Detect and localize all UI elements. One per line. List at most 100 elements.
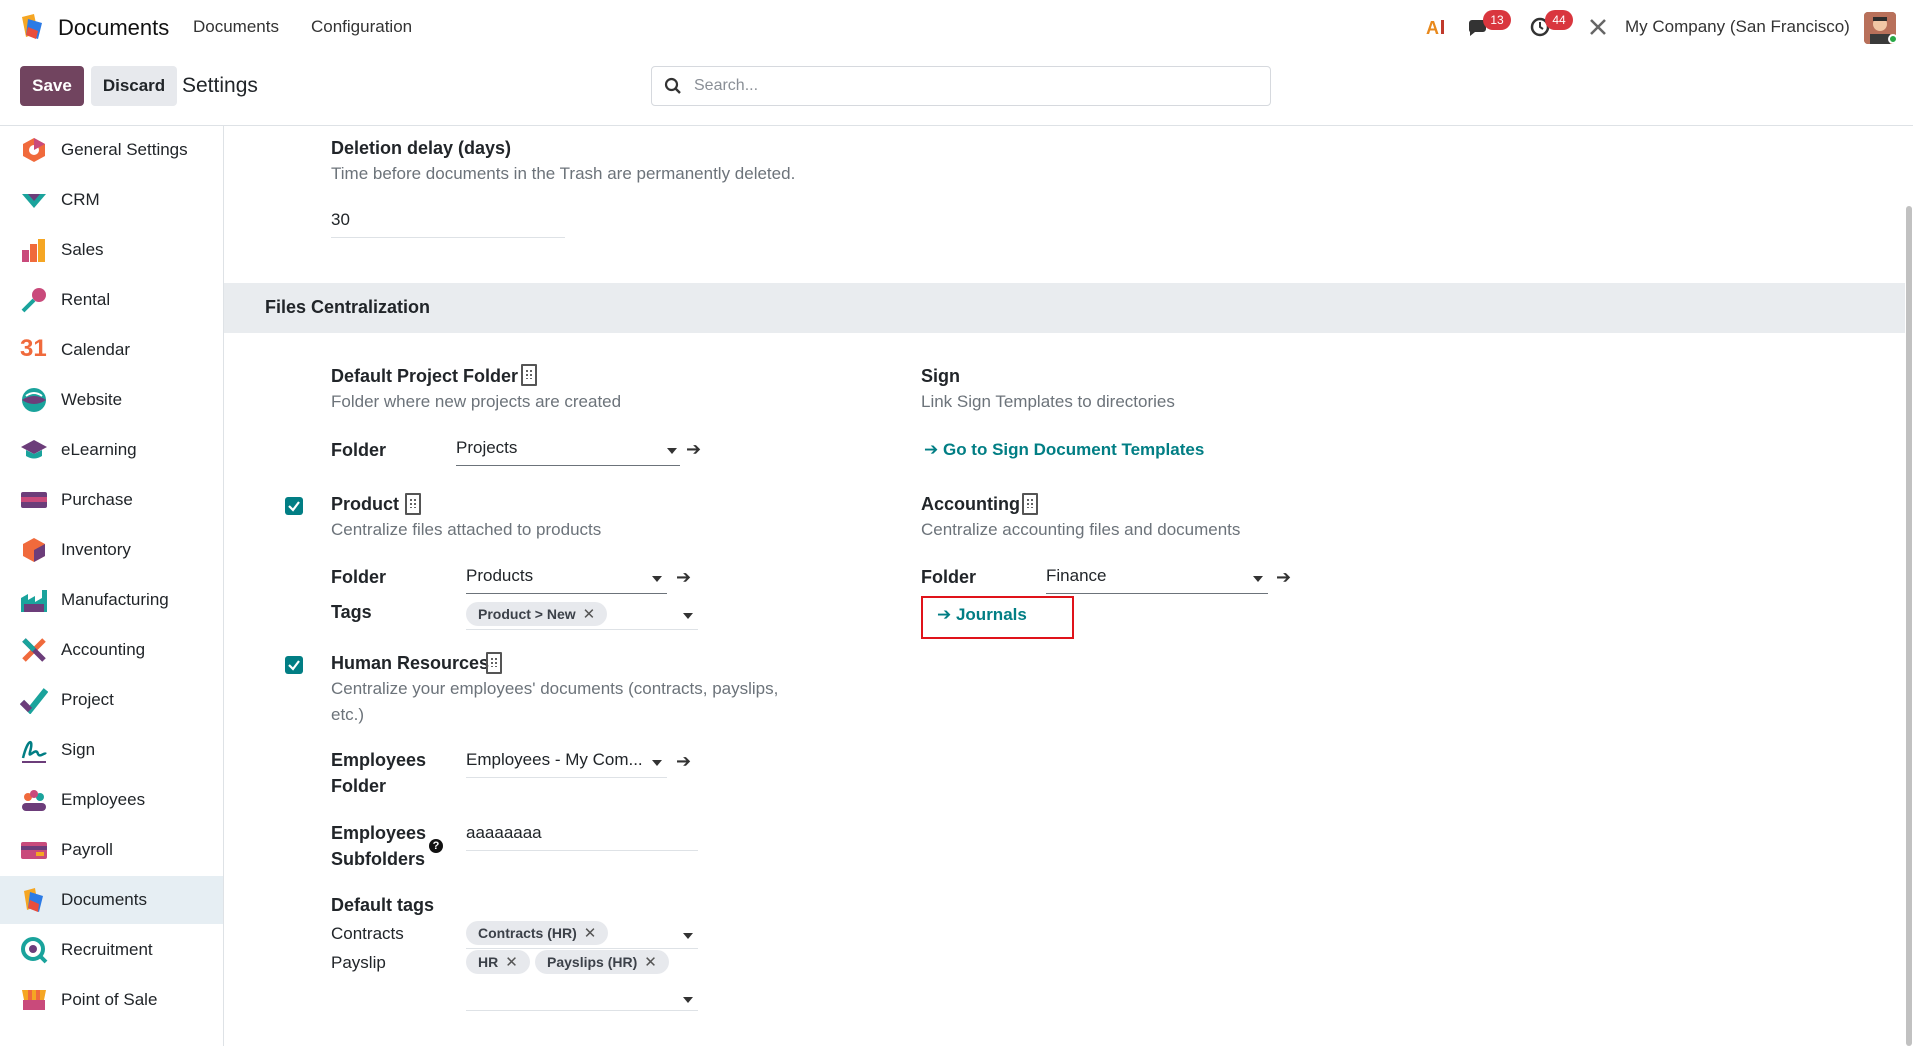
hr-description-line-1: Centralize your employees' documents (co… bbox=[331, 679, 779, 698]
project-folder-select[interactable]: Projects bbox=[456, 438, 680, 466]
menu-configuration[interactable]: Configuration bbox=[311, 17, 412, 37]
payslip-tags-input[interactable]: HR ✕ Payslips (HR) ✕ bbox=[466, 949, 698, 1011]
recruitment-icon bbox=[21, 937, 48, 964]
chevron-down-icon bbox=[667, 448, 677, 454]
arrow-right-icon: ➔ bbox=[924, 440, 943, 459]
employees-folder-label-2: Folder bbox=[331, 776, 387, 796]
sidebar-item-payroll[interactable]: Payroll bbox=[0, 826, 223, 874]
arrow-right-icon[interactable]: ➔ bbox=[676, 751, 691, 772]
sidebar-item-general-settings[interactable]: General Settings bbox=[0, 126, 223, 174]
sign-title: Sign bbox=[921, 366, 960, 386]
accounting-folder-value: Finance bbox=[1046, 566, 1107, 585]
chevron-down-icon bbox=[683, 997, 693, 1003]
calendar-icon: 31 bbox=[20, 335, 47, 362]
deletion-delay-title: Deletion delay (days) bbox=[331, 138, 512, 158]
close-icon[interactable]: ✕ bbox=[584, 924, 597, 942]
tag-label: HR bbox=[478, 954, 499, 970]
sidebar-item-sales[interactable]: Sales bbox=[0, 226, 223, 274]
sidebar-item-rental[interactable]: Rental bbox=[0, 276, 223, 324]
employees-folder-value: Employees - My Com... bbox=[466, 750, 643, 769]
sales-icon bbox=[22, 239, 45, 262]
accounting-description: Centralize accounting files and document… bbox=[921, 520, 1241, 539]
close-icon[interactable]: ✕ bbox=[644, 953, 657, 971]
subfolders-input[interactable]: aaaaaaaa bbox=[466, 823, 698, 851]
debug-tools-icon[interactable] bbox=[1585, 14, 1611, 40]
close-icon[interactable]: ✕ bbox=[583, 605, 596, 623]
hr-description-line-2: etc.) bbox=[331, 705, 365, 724]
discard-button[interactable]: Discard bbox=[91, 66, 177, 106]
app-name[interactable]: Documents bbox=[58, 15, 169, 41]
contracts-tags-input[interactable]: Contracts (HR) ✕ bbox=[466, 920, 698, 949]
sidebar-item-documents[interactable]: Documents bbox=[0, 876, 223, 924]
product-folder-label: Folder bbox=[331, 567, 387, 587]
product-folder-select[interactable]: Products bbox=[466, 566, 667, 594]
sidebar-item-label: Payroll bbox=[61, 840, 113, 859]
sidebar-item-sign[interactable]: Sign bbox=[0, 726, 223, 774]
save-button[interactable]: Save bbox=[20, 66, 84, 106]
sidebar-item-inventory[interactable]: Inventory bbox=[0, 526, 223, 574]
activity-clock-icon[interactable]: 44 bbox=[1527, 10, 1573, 40]
elearning-icon bbox=[21, 440, 47, 459]
page-title: Settings bbox=[182, 74, 258, 97]
company-switcher[interactable]: My Company (San Francisco) bbox=[1625, 17, 1850, 37]
documents-app-icon[interactable] bbox=[18, 13, 48, 41]
sidebar-item-label: Sales bbox=[61, 240, 104, 259]
company-building-icon bbox=[1022, 493, 1038, 515]
product-description: Centralize files attached to products bbox=[331, 520, 602, 539]
website-icon bbox=[22, 388, 46, 412]
journals-link[interactable]: ➔ Journals bbox=[937, 605, 1027, 625]
activity-count-badge: 44 bbox=[1545, 10, 1573, 30]
subfolders-label-2: Subfolders bbox=[331, 849, 426, 869]
ai-icon[interactable]: A bbox=[1424, 14, 1450, 40]
chat-count-badge: 13 bbox=[1483, 10, 1511, 30]
arrow-right-icon[interactable]: ➔ bbox=[676, 567, 691, 588]
sidebar-item-crm[interactable]: CRM bbox=[0, 176, 223, 224]
search-input[interactable] bbox=[694, 77, 1254, 95]
product-title: Product bbox=[331, 494, 400, 514]
arrow-right-icon[interactable]: ➔ bbox=[686, 439, 701, 460]
accounting-folder-label: Folder bbox=[921, 567, 977, 587]
sidebar-item-project[interactable]: Project bbox=[0, 676, 223, 724]
sidebar-item-label: Employees bbox=[61, 790, 146, 809]
crm-icon bbox=[22, 194, 46, 208]
employees-folder-select[interactable]: Employees - My Com... bbox=[466, 750, 667, 778]
close-icon[interactable]: ✕ bbox=[505, 953, 518, 971]
sidebar-item-employees[interactable]: Employees bbox=[0, 776, 223, 824]
sidebar-item-recruitment[interactable]: Recruitment bbox=[0, 926, 223, 974]
accounting-folder-select[interactable]: Finance bbox=[1046, 566, 1268, 594]
product-checkbox[interactable] bbox=[285, 497, 303, 515]
product-tags-label: Tags bbox=[331, 602, 372, 622]
subfolders-value: aaaaaaaa bbox=[466, 823, 542, 842]
sidebar-item-label: Manufacturing bbox=[61, 590, 169, 609]
sidebar-item-point-of-sale[interactable]: Point of Sale bbox=[0, 976, 223, 1024]
sidebar-item-elearning[interactable]: eLearning bbox=[0, 426, 223, 474]
subfolders-label-1: Employees bbox=[331, 823, 427, 843]
product-tags-input[interactable]: Product > New ✕ bbox=[466, 600, 698, 630]
chat-icon[interactable]: 13 bbox=[1465, 10, 1511, 40]
question-help-icon[interactable]: ? bbox=[429, 839, 443, 853]
scrollbar-thumb[interactable] bbox=[1906, 206, 1912, 1046]
hr-checkbox[interactable] bbox=[285, 656, 303, 674]
deletion-delay-input[interactable]: 30 bbox=[331, 210, 565, 238]
settings-content: Deletion delay (days) Time before docume… bbox=[224, 126, 1913, 1046]
sidebar-item-label: Recruitment bbox=[61, 940, 153, 959]
sidebar-item-label: Project bbox=[61, 690, 114, 709]
menu-documents[interactable]: Documents bbox=[193, 17, 279, 37]
arrow-right-icon[interactable]: ➔ bbox=[1276, 567, 1291, 588]
sidebar-item-website[interactable]: Website bbox=[0, 376, 223, 424]
sign-templates-link[interactable]: ➔ Go to Sign Document Templates bbox=[924, 440, 1204, 460]
project-folder-label: Folder bbox=[331, 440, 387, 460]
employees-folder-label-1: Employees bbox=[331, 750, 427, 770]
tag-product-new: Product > New ✕ bbox=[466, 602, 608, 626]
deletion-delay-description: Time before documents in the Trash are p… bbox=[331, 164, 796, 183]
search-bar bbox=[651, 66, 1271, 106]
svg-text:A: A bbox=[1426, 18, 1439, 37]
sidebar-item-manufacturing[interactable]: Manufacturing bbox=[0, 576, 223, 624]
sidebar-item-accounting[interactable]: Accounting bbox=[0, 626, 223, 674]
sidebar-item-purchase[interactable]: Purchase bbox=[0, 476, 223, 524]
sidebar-item-calendar[interactable]: 31 Calendar bbox=[0, 326, 223, 374]
sign-templates-link-label: Go to Sign Document Templates bbox=[942, 440, 1205, 459]
deletion-delay-value: 30 bbox=[331, 210, 350, 229]
general-settings-icon bbox=[23, 138, 45, 162]
top-navbar: Documents Documents Configuration A 13 4… bbox=[0, 0, 1913, 54]
